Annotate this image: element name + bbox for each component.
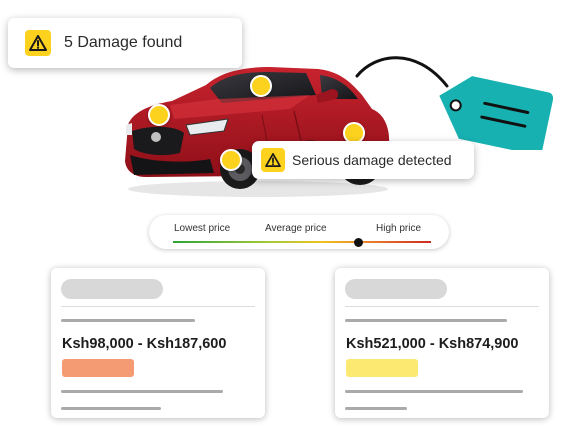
price-scale: Lowest price Average price High price	[149, 215, 449, 249]
price-color-swatch	[62, 359, 134, 377]
placeholder-line	[345, 407, 407, 410]
price-color-swatch	[346, 359, 418, 377]
high-price-label: High price	[376, 223, 422, 234]
warning-icon	[25, 30, 51, 56]
serious-damage-text: Serious damage detected	[292, 152, 452, 168]
price-tag-icon	[355, 56, 554, 150]
placeholder-line	[345, 319, 507, 322]
lowest-price-label: Lowest price	[174, 223, 231, 234]
warning-icon	[261, 148, 285, 172]
divider	[61, 306, 255, 307]
placeholder-line	[61, 390, 223, 393]
placeholder-pill	[61, 279, 163, 299]
divider	[345, 306, 539, 307]
price-card[interactable]: Ksh98,000 - Ksh187,600	[51, 268, 265, 418]
price-position-marker[interactable]	[354, 238, 364, 247]
price-gradient-bar	[173, 241, 431, 243]
damage-marker[interactable]	[148, 104, 170, 126]
price-range: Ksh521,000 - Ksh874,900	[346, 336, 519, 352]
damage-count-text: 5 Damage found	[64, 34, 183, 51]
average-price-label: Average price	[265, 223, 327, 234]
placeholder-line	[61, 407, 161, 410]
damage-count-badge: 5 Damage found	[8, 18, 242, 68]
price-card[interactable]: Ksh521,000 - Ksh874,900	[335, 268, 549, 418]
damage-marker[interactable]	[220, 149, 242, 171]
placeholder-line	[345, 390, 523, 393]
serious-damage-tooltip: Serious damage detected	[252, 141, 474, 179]
placeholder-line	[61, 319, 195, 322]
damage-marker[interactable]	[250, 75, 272, 97]
placeholder-pill	[345, 279, 447, 299]
price-range: Ksh98,000 - Ksh187,600	[62, 336, 227, 352]
